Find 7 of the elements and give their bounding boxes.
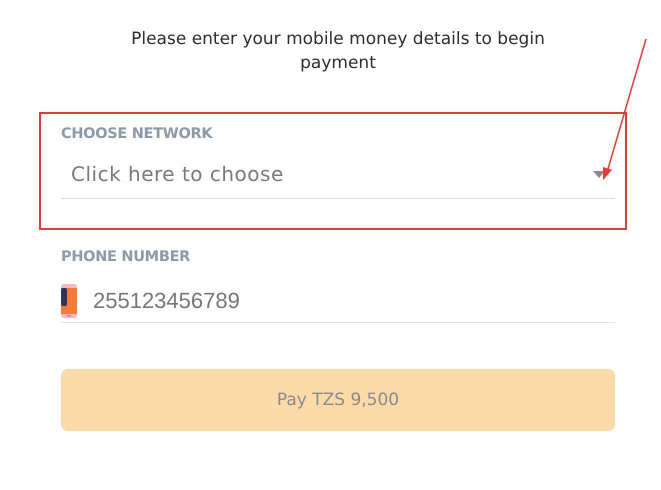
field-label: CHOOSE NETWORK <box>61 126 214 142</box>
network-dropdown[interactable]: Click here to choose <box>61 162 615 199</box>
instruction-text: Please enter your mobile money details to begin payment <box>130 28 546 75</box>
caret-icon <box>593 170 605 178</box>
phone-icon <box>61 284 77 318</box>
phone-number-field[interactable]: 255123456789 <box>93 285 615 317</box>
field-label: PHONE NUMBER <box>61 249 192 265</box>
